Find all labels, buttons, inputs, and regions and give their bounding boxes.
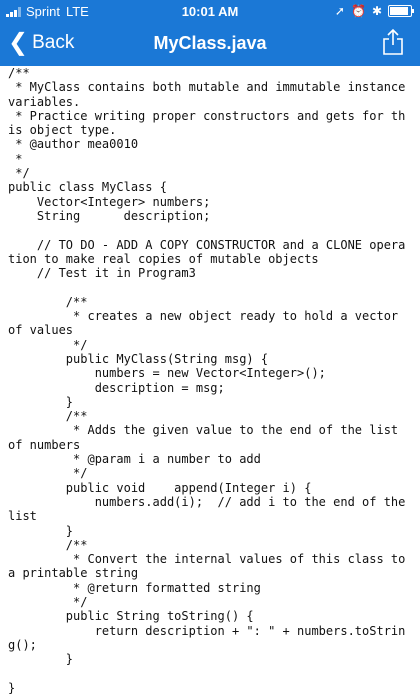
code-viewer[interactable]: /** * MyClass contains both mutable and … [0,66,420,700]
back-label: Back [32,32,75,53]
bluetooth-icon: ✱ [371,4,382,18]
status-bar: Sprint LTE 10:01 AM ➚ ⏰ ✱ [0,0,420,22]
back-button[interactable]: ❮ Back [8,31,74,55]
battery-icon [388,5,414,17]
top-bar: Sprint LTE 10:01 AM ➚ ⏰ ✱ ❮ Back MyClass… [0,0,420,66]
chevron-left-icon: ❮ [8,29,29,56]
share-icon [383,28,403,55]
status-right: ➚ ⏰ ✱ [329,4,414,18]
alarm-icon: ⏰ [350,4,366,18]
navigation-bar: ❮ Back MyClass.java [0,22,420,66]
location-icon: ➚ [334,4,345,18]
share-button[interactable] [382,28,404,56]
